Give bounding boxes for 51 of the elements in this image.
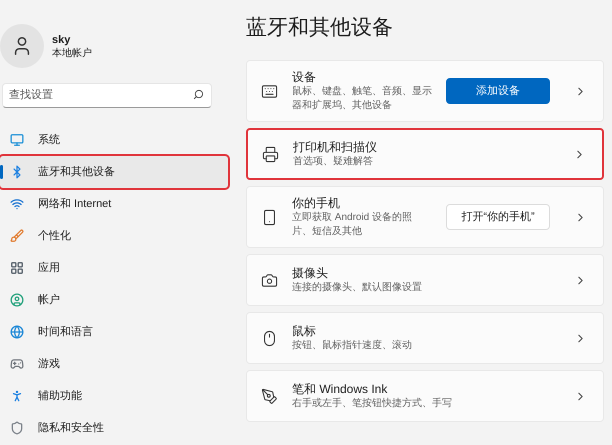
monitor-icon — [10, 133, 24, 147]
gamepad-icon — [10, 357, 24, 371]
nav-item[interactable]: 帐户 — [0, 284, 212, 316]
keyboard-icon — [261, 82, 278, 100]
nav-item[interactable]: 时间和语言 — [0, 316, 212, 348]
nav-item[interactable]: 个性化 — [0, 220, 212, 252]
settings-card[interactable]: 笔和 Windows Ink 右手或左手、笔按钮快捷方式、手写 — [246, 370, 604, 422]
settings-card[interactable]: 摄像头 连接的摄像头、默认图像设置 — [246, 254, 604, 306]
page-title: 蓝牙和其他设备 — [246, 15, 394, 41]
card-title: 笔和 Windows Ink — [292, 381, 388, 397]
accessibility-icon — [10, 389, 24, 403]
nav-item[interactable]: 网络和 Internet — [0, 188, 212, 220]
nav-item[interactable]: 系统 — [0, 124, 212, 156]
account-type: 本地帐户 — [52, 46, 92, 60]
card-description: 首选项、疑难解答 — [293, 155, 374, 169]
card-title: 你的手机 — [292, 195, 341, 211]
card-description: 按钮、鼠标指针速度、滚动 — [292, 339, 413, 353]
pen-icon — [261, 388, 278, 404]
card-description: 立即获取 Android 设备的照片、短信及其他 — [292, 211, 414, 239]
open-phone-button[interactable]: 打开“你的手机” — [446, 204, 550, 230]
selection-indicator — [0, 165, 3, 179]
person-icon — [10, 293, 24, 307]
search-icon — [193, 89, 204, 100]
settings-card[interactable]: 打印机和扫描仪 首选项、疑难解答 — [246, 128, 604, 180]
card-title: 设备 — [292, 69, 317, 85]
camera-icon — [261, 272, 278, 288]
search-field[interactable]: 查找设置 — [2, 82, 212, 108]
card-title: 摄像头 — [292, 265, 329, 281]
printer-icon — [262, 146, 279, 162]
user-name: sky — [52, 32, 72, 46]
add-device-button[interactable]: 添加设备 — [446, 78, 550, 104]
card-description: 鼠标、键盘、触笔、音频、显示器和扩展坞、其他设备 — [292, 85, 432, 113]
card-description: 右手或左手、笔按钮快捷方式、手写 — [292, 397, 453, 411]
card-title: 打印机和扫描仪 — [293, 139, 378, 155]
wifi-icon — [10, 197, 24, 211]
card-title: 鼠标 — [292, 323, 317, 339]
settings-card[interactable]: 设备 鼠标、键盘、触笔、音频、显示器和扩展坞、其他设备 添加设备 — [246, 60, 604, 122]
settings-card[interactable]: 鼠标 按钮、鼠标指针速度、滚动 — [246, 312, 604, 364]
nav-item[interactable]: 辅助功能 — [0, 380, 212, 412]
card-description: 连接的摄像头、默认图像设置 — [292, 281, 423, 295]
brush-icon — [10, 229, 24, 243]
nav-item[interactable]: 隐私和安全性 — [0, 412, 212, 444]
settings-card[interactable]: 你的手机 立即获取 Android 设备的照片、短信及其他 打开“你的手机” — [246, 186, 604, 248]
nav-item[interactable]: 蓝牙和其他设备 — [0, 156, 228, 188]
shield-icon — [10, 421, 24, 435]
mouse-icon — [261, 330, 278, 346]
globe-icon — [10, 325, 24, 339]
apps-icon — [10, 261, 24, 275]
nav-item[interactable]: 应用 — [0, 252, 212, 284]
phone-icon — [261, 208, 278, 226]
nav-item[interactable]: 游戏 — [0, 348, 212, 380]
